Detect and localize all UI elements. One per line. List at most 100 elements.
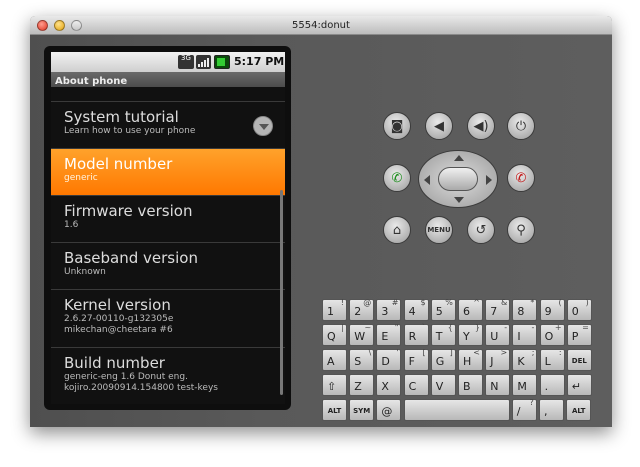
key[interactable]: DEL (566, 349, 592, 371)
key-alt-label: " (394, 323, 399, 332)
row-firmware-version[interactable]: Firmware version 1.6 (51, 195, 285, 242)
key-label: ⇧ (327, 380, 337, 393)
key[interactable]: R ` (403, 323, 429, 346)
key[interactable]: Q | (322, 323, 347, 346)
key[interactable]: S \ (349, 348, 375, 371)
row-build-number[interactable]: Build number generic-eng 1.6 Donut eng. … (51, 347, 285, 404)
key[interactable]: , (539, 399, 564, 421)
dpad[interactable] (418, 150, 498, 208)
row-title: Baseband version (64, 249, 198, 267)
key[interactable]: M (512, 374, 538, 396)
dpad-left-icon[interactable] (424, 175, 430, 185)
key[interactable]: V (430, 374, 456, 396)
key[interactable]: 5% (430, 298, 456, 321)
key[interactable]: J > (485, 348, 511, 371)
space-key[interactable] (403, 399, 510, 421)
key-label: ↵ (571, 380, 582, 393)
row-title: Kernel version (64, 296, 171, 314)
key[interactable]: SYM (349, 399, 375, 421)
key-label: Y (463, 330, 470, 343)
row-baseband-version[interactable]: Baseband version Unknown (51, 242, 285, 289)
window-title: 5554:donut (292, 20, 350, 31)
key[interactable]: E " (376, 323, 402, 346)
zoom-window-button[interactable] (71, 20, 82, 31)
key[interactable]: O + (539, 323, 565, 346)
key[interactable]: L: (539, 348, 565, 371)
search-icon: ⚲ (516, 223, 526, 238)
key-label: M (517, 380, 527, 393)
row-kernel-version[interactable]: Kernel version 2.6.27-00110-g132305e mik… (51, 289, 285, 347)
back-icon: ↺ (475, 223, 487, 238)
dpad-center-button[interactable] (438, 167, 478, 191)
key-label: N (490, 380, 499, 393)
row-subtitle-2: kojiro.20090914.154800 test-keys (64, 383, 218, 393)
call-button[interactable]: ✆ (383, 164, 411, 192)
dpad-down-icon[interactable] (454, 197, 464, 203)
key[interactable]: K; (512, 348, 538, 371)
key[interactable]: P = (566, 323, 592, 346)
search-button[interactable]: ⚲ (507, 216, 535, 244)
phone-screen: 3G 5:17 PM About phone System tutorial L… (51, 52, 285, 404)
key[interactable]: G] (430, 348, 456, 371)
key[interactable]: 6 ^ (458, 298, 483, 321)
row-model-number[interactable]: Model number generic (51, 148, 285, 195)
key-alt-label: - (531, 323, 535, 332)
key[interactable]: ALT (566, 399, 592, 421)
key-alt-label: ` (421, 323, 426, 332)
close-window-button[interactable] (37, 20, 48, 31)
key[interactable]: D ' (376, 348, 402, 371)
camera-button[interactable]: ◙ (383, 112, 411, 140)
key-alt-label: % (445, 298, 453, 307)
key[interactable]: W ~ (349, 323, 375, 346)
menu-button[interactable]: MENU (425, 216, 453, 244)
key-label: 7 (490, 305, 498, 318)
key[interactable]: U- (485, 323, 511, 346)
key[interactable]: 2 @ (349, 298, 375, 321)
row-system-tutorial[interactable]: System tutorial Learn how to use your ph… (51, 101, 285, 148)
signal-icon (196, 55, 211, 69)
key[interactable]: 4 $ (403, 298, 429, 321)
home-button[interactable]: ⌂ (383, 216, 411, 244)
key[interactable]: I- (512, 323, 538, 346)
power-button[interactable]: ⏻ (507, 112, 535, 140)
dpad-up-icon[interactable] (454, 155, 464, 161)
key-label: ALT (327, 407, 342, 415)
key[interactable]: ⇧ (322, 374, 347, 396)
key-alt-label: ( (558, 298, 562, 307)
end-call-button[interactable]: ✆ (507, 164, 535, 192)
minimize-window-button[interactable] (54, 20, 65, 31)
camera-icon: ◙ (390, 119, 404, 134)
key[interactable]: T{ (430, 323, 456, 346)
scrollbar[interactable] (280, 190, 283, 395)
key[interactable]: ↵ (566, 374, 592, 396)
key-label: T (435, 330, 443, 343)
key[interactable]: B (458, 374, 483, 396)
key[interactable]: /? (511, 398, 537, 421)
key[interactable]: 3 # (376, 298, 402, 321)
key[interactable]: @ (376, 399, 402, 421)
key[interactable]: 7 & (485, 298, 511, 321)
key-alt-label: : (558, 348, 562, 357)
key[interactable]: H < (458, 348, 483, 371)
key[interactable]: 9( (539, 298, 565, 321)
key[interactable]: 1! (322, 298, 347, 321)
key[interactable]: . (539, 374, 565, 396)
key[interactable]: F[ (403, 348, 429, 371)
back-button[interactable]: ↺ (467, 216, 495, 244)
key[interactable]: Y} (458, 323, 483, 346)
key[interactable]: A (322, 349, 347, 371)
volume-up-button[interactable]: ◀) (467, 112, 495, 140)
emulator-skin: 3G 5:17 PM About phone System tutorial L… (30, 35, 612, 427)
key[interactable]: 8 * (512, 298, 538, 321)
key-label: 3 (381, 305, 389, 318)
key[interactable]: X (376, 374, 402, 396)
dpad-right-icon[interactable] (486, 175, 492, 185)
key[interactable]: Z (349, 374, 375, 396)
key[interactable]: 0) (566, 298, 592, 321)
key-label: 0 (571, 305, 579, 318)
key[interactable]: C (403, 374, 429, 396)
volume-down-button[interactable]: ◀ (425, 112, 453, 140)
key[interactable]: ALT (322, 399, 347, 421)
key-alt-label: ? (529, 398, 534, 407)
key[interactable]: N (485, 374, 511, 396)
